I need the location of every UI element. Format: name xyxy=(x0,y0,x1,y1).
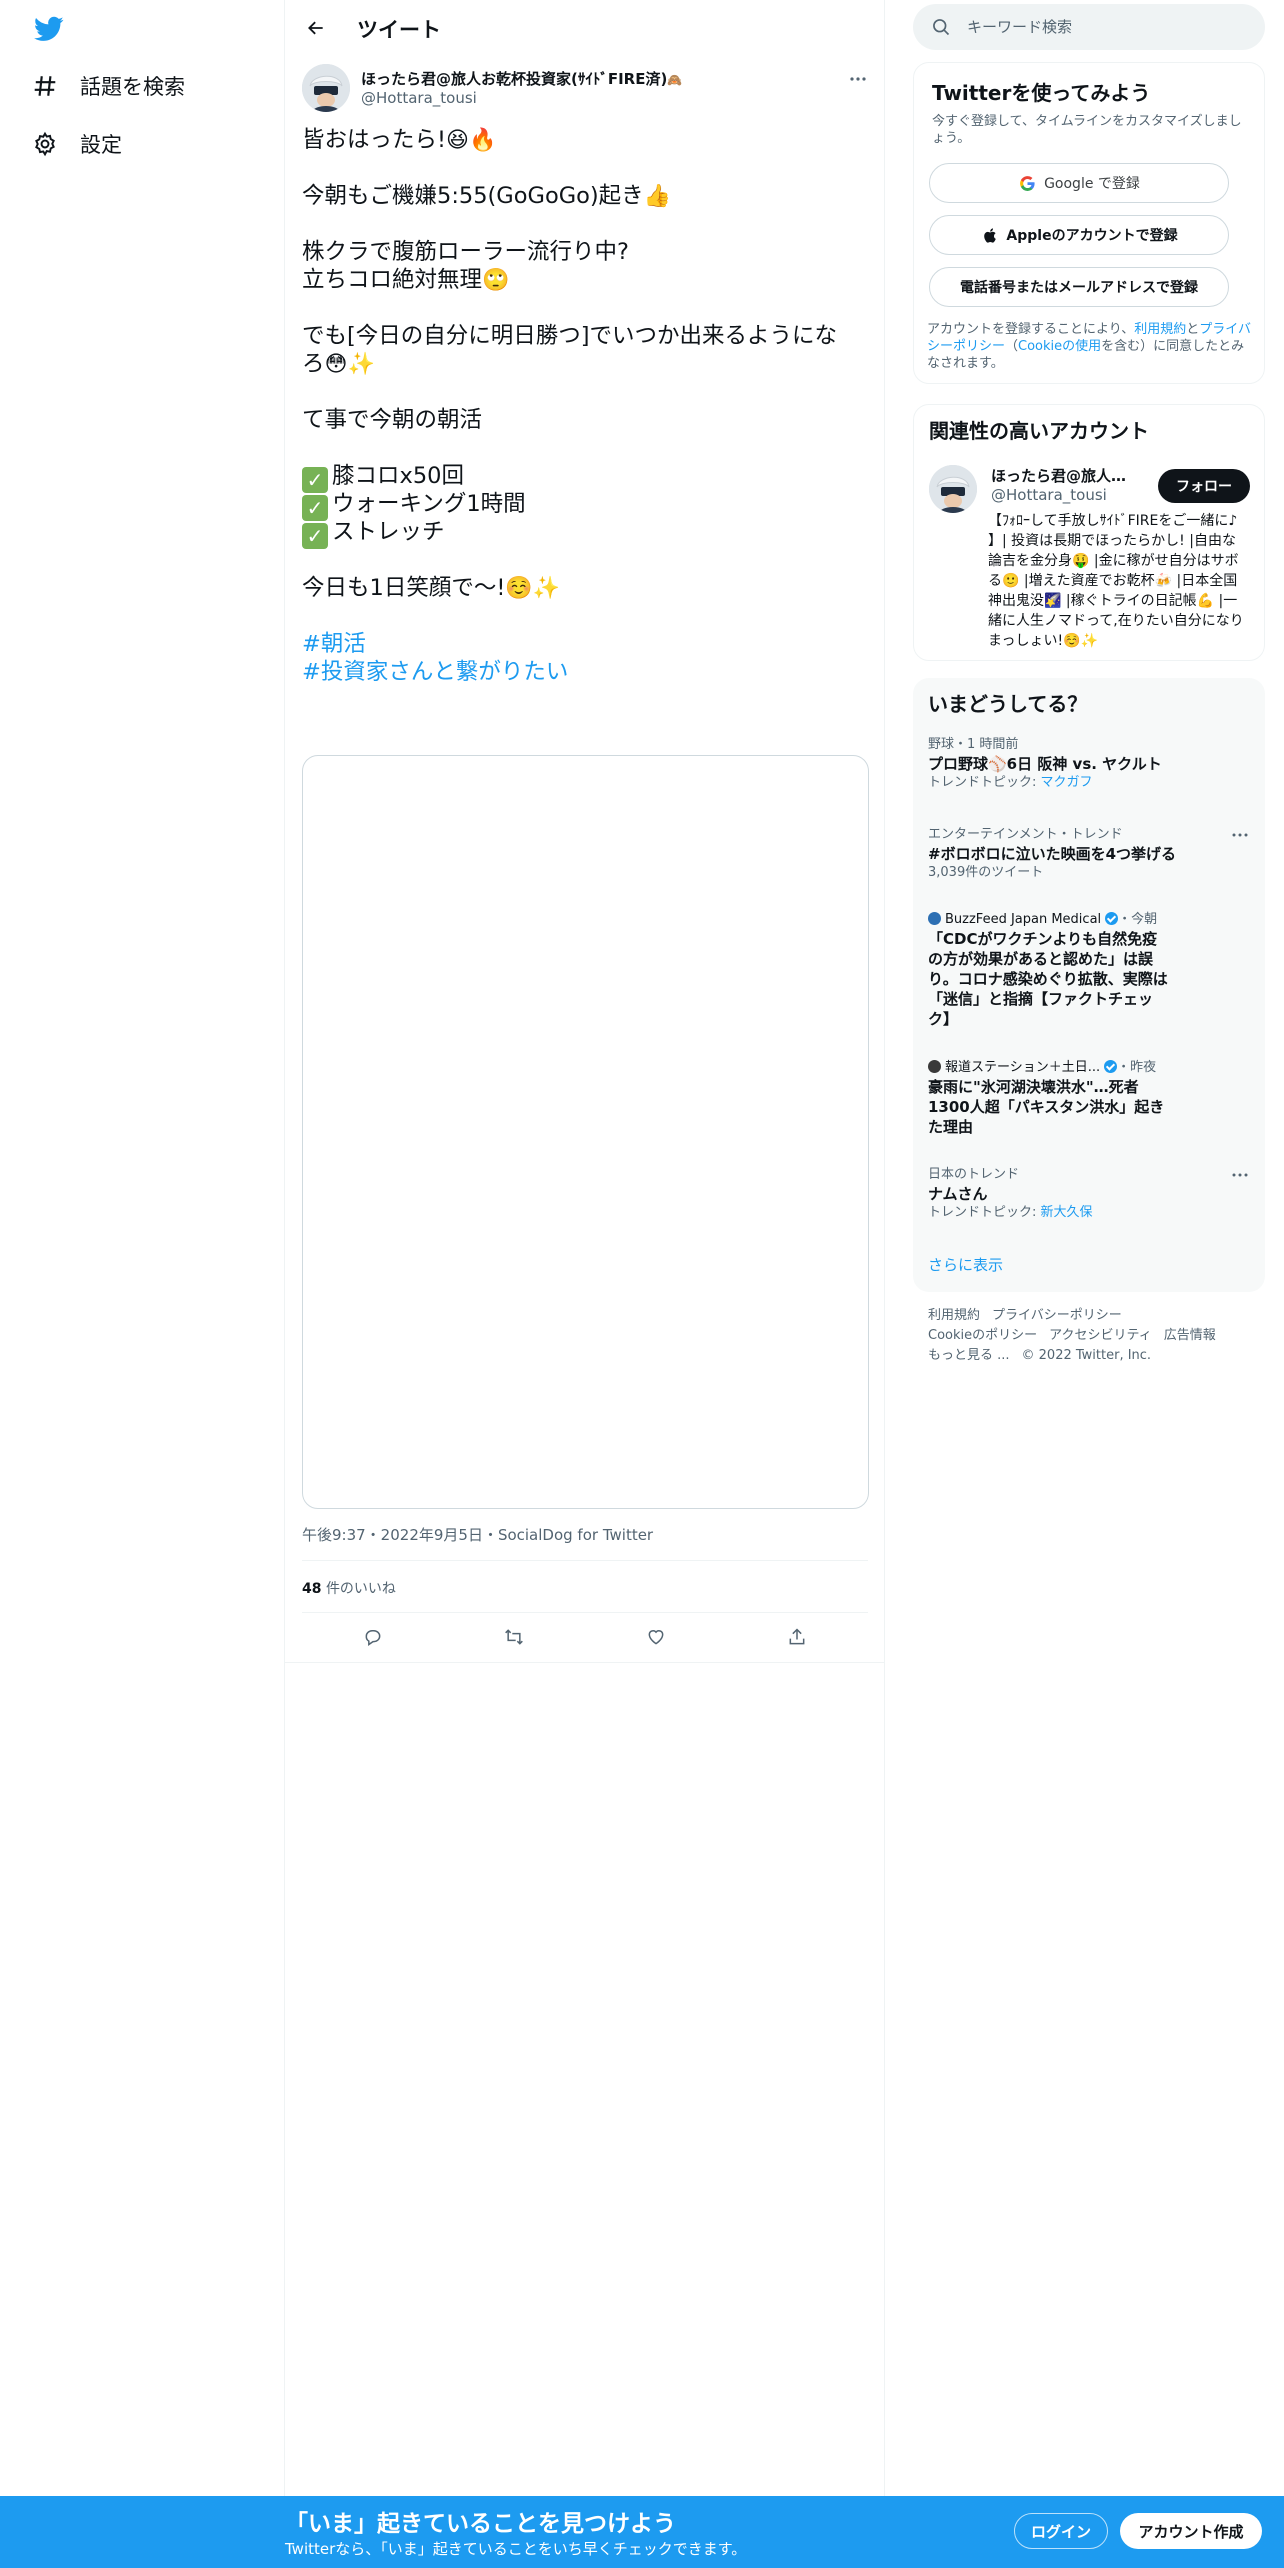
cookie-link[interactable]: Cookieの使用 xyxy=(1018,339,1101,354)
footer-link[interactable]: 広告情報 xyxy=(1164,1328,1216,1343)
trend-item[interactable]: エンターテインメント・トレンド #ボロボロに泣いた映画を4つ挙げる 3,039件… xyxy=(928,826,1250,882)
trend-item[interactable]: 野球・1 時間前 プロ野球⚾6日 阪神 vs. ヤクルト トレンドトピック: マ… xyxy=(928,736,1250,792)
footer-link[interactable]: もっと見る ... xyxy=(928,1348,1010,1363)
footer-link[interactable]: アクセシビリティ xyxy=(1049,1328,1152,1343)
retweet-icon xyxy=(505,1629,524,1645)
bottom-bar-title: 「いま」起きていることを見つけよう xyxy=(285,2511,676,2537)
signup-panel: Twitterを使ってみよう 今すぐ登録して、タイムラインをカスタマイズしましょ… xyxy=(913,62,1265,384)
twitter-bird-icon[interactable] xyxy=(32,14,66,44)
more-icon xyxy=(850,77,866,81)
tweet-author-name[interactable]: ほったら君@旅人お乾杯投資家(ｻｲﾄﾞFIRE済)🙈 xyxy=(361,68,682,89)
like-icon xyxy=(648,1630,664,1645)
gear-icon xyxy=(30,129,60,159)
search-box[interactable] xyxy=(913,4,1265,50)
relevant-accounts-title: 関連性の高いアカウント xyxy=(929,419,1149,443)
trend-item[interactable]: 日本のトレンド ナムさん トレンドトピック: 新大久保 xyxy=(928,1166,1250,1222)
copyright: © 2022 Twitter, Inc. xyxy=(1021,1348,1152,1363)
search-input[interactable] xyxy=(967,18,1237,36)
signup-legal-text: アカウントを登録することにより、利用規約とプライバシーポリシー（Cookieの使… xyxy=(927,322,1252,371)
avatar[interactable] xyxy=(929,465,977,513)
google-icon xyxy=(1018,174,1036,192)
trends-panel: いまどうしてる？ 野球・1 時間前 プロ野球⚾6日 阪神 vs. ヤクルト トレ… xyxy=(913,678,1265,1292)
account-bio: 【ﾌｫﾛｰして手放しｻｲﾄﾞFIREをご一緒に♪ 】| 投資は長期でほったらかし… xyxy=(988,513,1244,649)
reply-icon xyxy=(365,1630,381,1646)
footer-link[interactable]: プライバシーポリシー xyxy=(992,1308,1122,1323)
more-icon[interactable] xyxy=(1230,826,1250,844)
left-nav: 話題を検索 設定 xyxy=(0,0,285,2496)
retweet-button[interactable] xyxy=(494,1617,534,1657)
trends-title: いまどうしてる？ xyxy=(928,692,1088,716)
verified-icon xyxy=(1104,1060,1118,1073)
hashtag-icon xyxy=(30,71,60,101)
search-icon xyxy=(933,19,950,36)
account-handle[interactable]: @Hottara_tousi xyxy=(991,486,1107,504)
google-signup-label: Google で登録 xyxy=(1044,176,1140,192)
tweet-text: 皆おはったら!😆🔥 今朝もご機嫌5:55(GoGoGo)起き👍 株クラで腹筋ロー… xyxy=(302,127,838,685)
trend-news-item[interactable]: BuzzFeed Japan Medical ・今朝 「CDCがワクチンよりも自然… xyxy=(928,911,1250,1029)
divider xyxy=(302,1560,868,1561)
divider xyxy=(285,1662,885,1663)
create-account-button[interactable]: アカウント作成 xyxy=(1120,2513,1262,2549)
check-icon: ✓ xyxy=(302,523,328,549)
apple-icon xyxy=(980,226,998,244)
source-avatar-icon xyxy=(928,1060,941,1073)
verified-icon xyxy=(1105,912,1119,925)
source-avatar-icon xyxy=(928,912,941,925)
bottom-bar-subtitle: Twitterなら、「いま」起きていることをいち早くチェックできます。 xyxy=(285,2540,747,2558)
share-button[interactable] xyxy=(777,1617,817,1657)
footer-link[interactable]: 利用規約 xyxy=(928,1308,980,1323)
tweet-timestamp[interactable]: 午後9:37・2022年9月5日・SocialDog for Twitter xyxy=(302,1524,653,1545)
phone-email-signup-label: 電話番号またはメールアドレスで登録 xyxy=(960,280,1198,296)
signup-title: Twitterを使ってみよう xyxy=(932,81,1151,105)
apple-signup-label: Appleのアカウントで登録 xyxy=(1006,228,1178,244)
arrow-left-icon xyxy=(308,21,323,35)
more-options-button[interactable] xyxy=(845,68,871,90)
nav-explore[interactable]: 話題を検索 xyxy=(30,64,185,108)
avatar[interactable] xyxy=(302,64,350,112)
footer-links: 利用規約 プライバシーポリシー Cookieのポリシー アクセシビリティ 広告情報 も… xyxy=(928,1306,1258,1366)
google-signup-button[interactable]: Google で登録 xyxy=(929,163,1229,203)
nav-settings-label: 設定 xyxy=(80,133,122,157)
bottom-signup-bar: 「いま」起きていることを見つけよう Twitterなら、「いま」起きていることを… xyxy=(0,2496,1284,2568)
main-column: ツイート ほったら君@旅人お乾杯投資家(ｻｲﾄﾞFIRE済)🙈 @Hottara… xyxy=(285,0,885,2496)
account-name[interactable]: ほったら君@旅人お... xyxy=(991,465,1136,486)
likes-count[interactable]: 48 件のいいね xyxy=(302,1578,396,1598)
media-card[interactable] xyxy=(302,755,869,1509)
trend-news-item[interactable]: 報道ステーション＋土日... ・昨夜 豪雨に"氷河湖決壊洪水"…死者1300人超「… xyxy=(928,1059,1250,1137)
page-header: ツイート xyxy=(285,0,885,54)
back-button[interactable] xyxy=(299,11,333,45)
apple-signup-button[interactable]: Appleのアカウントで登録 xyxy=(929,215,1229,255)
nav-settings[interactable]: 設定 xyxy=(30,122,122,166)
follow-button[interactable]: フォロー xyxy=(1158,469,1250,503)
reply-button[interactable] xyxy=(353,1617,393,1657)
like-button[interactable] xyxy=(636,1617,676,1657)
login-button[interactable]: ログイン xyxy=(1014,2513,1108,2549)
phone-email-signup-button[interactable]: 電話番号またはメールアドレスで登録 xyxy=(929,267,1229,307)
relevant-accounts-panel: 関連性の高いアカウント ほったら君@旅人お... @Hottara_tousi … xyxy=(913,404,1265,661)
nav-explore-label: 話題を検索 xyxy=(80,75,185,99)
tweet-author-handle[interactable]: @Hottara_tousi xyxy=(361,89,477,107)
hashtag-link[interactable]: #投資家さんと繋がりたい xyxy=(302,659,568,685)
page-title: ツイート xyxy=(357,18,441,42)
terms-link[interactable]: 利用規約 xyxy=(1134,322,1186,337)
show-more-link[interactable]: さらに表示 xyxy=(928,1254,1003,1275)
signup-subtitle: 今すぐ登録して、タイムラインをカスタマイズしましょう。 xyxy=(932,114,1242,146)
hashtag-link[interactable]: #朝活 xyxy=(302,631,366,657)
tweet-action-bar xyxy=(302,1612,868,1662)
footer-link[interactable]: Cookieのポリシー xyxy=(928,1328,1037,1343)
more-icon[interactable] xyxy=(1230,1166,1250,1184)
share-icon xyxy=(789,1628,805,1645)
